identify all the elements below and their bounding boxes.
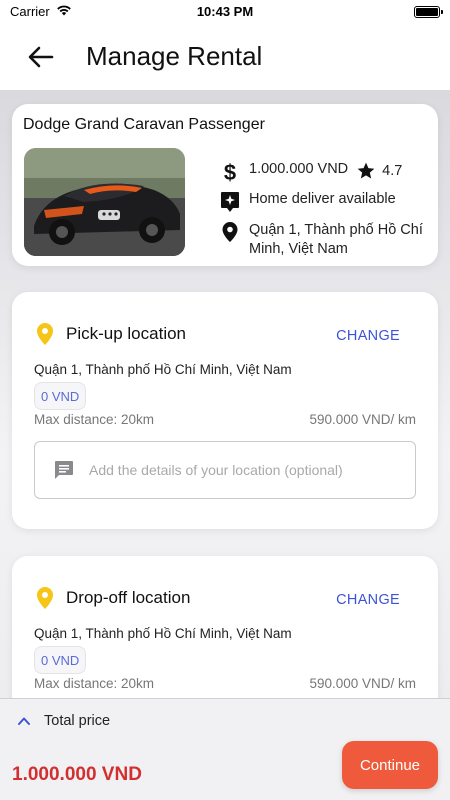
pickup-title: Pick-up location [66,324,187,343]
car-location: Quận 1, Thành phố Hồ Chí Minh, Việt Nam [249,222,423,257]
pickup-change-button[interactable]: CHANGE [336,328,400,344]
dropoff-max-distance: Max distance: 20km [34,676,155,691]
main-content[interactable]: Dodge Grand Caravan Passenger $ 1.000.00… [0,90,450,698]
pickup-card: Pick-up location CHANGE Quận 1, Thành ph… [12,292,438,529]
car-location-row: Quận 1, Thành phố Hồ Chí Minh, Việt Nam [219,221,434,259]
dropoff-change-button[interactable]: CHANGE [336,592,400,608]
dropoff-card: Drop-off location CHANGE Quận 1, Thành p… [12,556,438,698]
car-delivery-row: Home deliver available [219,191,396,213]
pickup-header: Pick-up location [34,322,186,346]
car-price-row: $ 1.000.000 VND 4.7 [219,161,402,183]
status-bar: Carrier 10:43 PM [0,0,450,24]
car-name: Dodge Grand Caravan Passenger [23,116,265,133]
star-icon [357,162,375,179]
car-price: 1.000.000 VND [249,161,349,177]
pickup-per-km-price: 590.000 VND/ km [309,412,416,427]
pickup-details-placeholder: Add the details of your location (option… [89,462,343,478]
yellow-location-pin-icon [37,323,53,345]
dollar-icon: $ [219,161,241,183]
car-photo [24,148,185,256]
dropoff-header: Drop-off location [34,586,190,610]
pickup-address: Quận 1, Thành phố Hồ Chí Minh, Việt Nam [34,362,292,377]
dropoff-title: Drop-off location [66,588,191,607]
page-title: Manage Rental [86,41,263,71]
total-price-toggle[interactable]: Total price [16,713,110,729]
continue-button[interactable]: Continue [342,741,438,789]
total-price-amount: 1.000.000 VND [12,764,142,785]
car-rating: 4.7 [356,161,402,181]
car-delivery: Home deliver available [249,191,396,207]
battery-icon [414,6,443,18]
sparkle-badge-icon [219,191,241,213]
total-price-label: Total price [44,713,111,729]
nav-header: Manage Rental [0,24,450,90]
message-icon [55,461,73,479]
pickup-max-distance: Max distance: 20km [34,412,155,427]
back-button[interactable] [26,42,56,72]
pickup-details-input[interactable]: Add the details of your location (option… [34,441,416,499]
arrow-left-icon [28,46,54,68]
bottom-bar: Total price 1.000.000 VND Continue [0,698,450,800]
dropoff-fee-chip: 0 VND [34,646,87,674]
chevron-up-icon [18,717,30,725]
dropoff-per-km-price: 590.000 VND/ km [309,676,416,691]
location-pin-icon [219,221,241,243]
dropoff-address: Quận 1, Thành phố Hồ Chí Minh, Việt Nam [34,626,292,641]
pickup-fee-chip: 0 VND [34,382,87,410]
rating-value: 4.7 [382,163,403,179]
svg-text:$: $ [224,161,236,183]
yellow-location-pin-icon [37,587,53,609]
status-time: 10:43 PM [196,4,254,19]
car-summary-card: Dodge Grand Caravan Passenger $ 1.000.00… [12,104,438,266]
